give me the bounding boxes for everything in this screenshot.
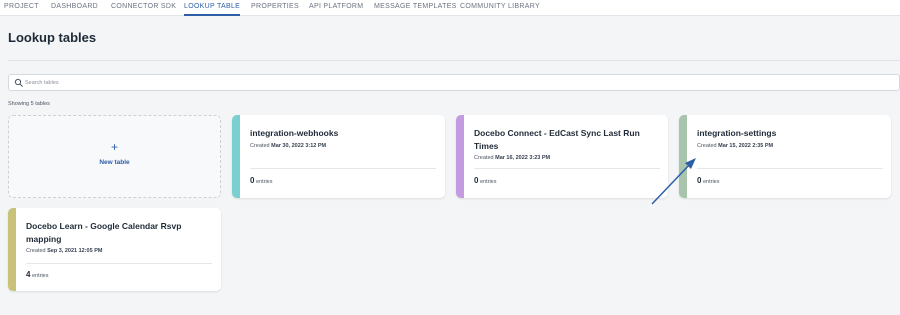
card-title: Docebo Learn - Google Calendar Rsvp mapp… — [26, 221, 182, 244]
entries-label: entries — [702, 179, 720, 185]
tab-message-templates[interactable]: MESSAGE TEMPLATES — [374, 0, 457, 16]
card-divider — [250, 168, 436, 169]
card-divider — [697, 168, 883, 169]
card-entries: 0 entries — [250, 176, 273, 185]
page-title: Lookup tables — [8, 30, 97, 45]
tab-project[interactable]: PROJECT — [4, 0, 39, 16]
created-label: Created — [26, 248, 46, 254]
created-date: Sep 3, 2021 12:05 PM — [47, 248, 103, 254]
entries-label: entries — [479, 179, 497, 185]
plus-icon: + — [110, 140, 118, 154]
divider — [8, 60, 900, 61]
card-color-stripe — [232, 115, 240, 198]
tab-community-library[interactable]: COMMUNITY LIBRARY — [460, 0, 540, 16]
entries-label: entries — [255, 179, 273, 185]
created-label: Created — [474, 155, 494, 161]
tab-connector-sdk[interactable]: CONNECTOR SDK — [111, 0, 176, 16]
entries-label: entries — [31, 273, 49, 279]
search-input[interactable] — [25, 76, 885, 89]
entries-count: 4 — [26, 270, 31, 279]
top-nav-tabs: PROJECT DASHBOARD CONNECTOR SDK LOOKUP T… — [0, 0, 900, 16]
new-table-card[interactable]: + New table — [8, 115, 221, 198]
card-title: Docebo Connect - EdCast Sync Last Run Ti… — [474, 128, 640, 151]
card-divider — [26, 263, 212, 264]
created-date: Mar 15, 2022 2:35 PM — [718, 143, 774, 149]
annotation-arrow-icon — [651, 158, 696, 205]
card-divider — [474, 168, 660, 169]
card-color-stripe — [456, 115, 464, 198]
created-date: Mar 16, 2022 3:23 PM — [495, 155, 551, 161]
entries-count: 0 — [474, 176, 479, 185]
search-box[interactable] — [8, 74, 900, 91]
results-count: Showing 5 tables — [8, 101, 50, 107]
card-title: integration-settings — [697, 128, 777, 138]
table-card-edcast-sync[interactable]: Docebo Connect - EdCast Sync Last Run Ti… — [456, 115, 668, 198]
card-entries: 0 entries — [697, 176, 720, 185]
table-card-integration-webhooks[interactable]: integration-webhooks Created Mar 30, 202… — [232, 115, 445, 198]
card-created: Created Mar 30, 2022 3:12 PM — [250, 143, 326, 149]
card-created: Created Sep 3, 2021 12:05 PM — [26, 248, 102, 254]
card-created: Created Mar 15, 2022 2:35 PM — [697, 143, 773, 149]
tab-dashboard[interactable]: DASHBOARD — [51, 0, 98, 16]
table-card-google-calendar-rsvp[interactable]: Docebo Learn - Google Calendar Rsvp mapp… — [8, 208, 221, 291]
created-date: Mar 30, 2022 3:12 PM — [271, 143, 327, 149]
card-created: Created Mar 16, 2022 3:23 PM — [474, 155, 550, 161]
created-label: Created — [250, 143, 270, 149]
search-icon — [14, 78, 23, 87]
card-entries: 4 entries — [26, 270, 49, 279]
card-title: integration-webhooks — [250, 128, 339, 138]
table-card-integration-settings[interactable]: integration-settings Created Mar 15, 202… — [679, 115, 891, 198]
created-label: Created — [697, 143, 717, 149]
new-table-label: New table — [99, 159, 130, 166]
card-color-stripe — [8, 208, 16, 291]
tab-properties[interactable]: PROPERTIES — [251, 0, 299, 16]
tab-lookup-table[interactable]: LOOKUP TABLE — [184, 0, 241, 16]
card-entries: 0 entries — [474, 176, 497, 185]
tab-api-platform[interactable]: API PLATFORM — [309, 0, 363, 16]
entries-count: 0 — [250, 176, 255, 185]
